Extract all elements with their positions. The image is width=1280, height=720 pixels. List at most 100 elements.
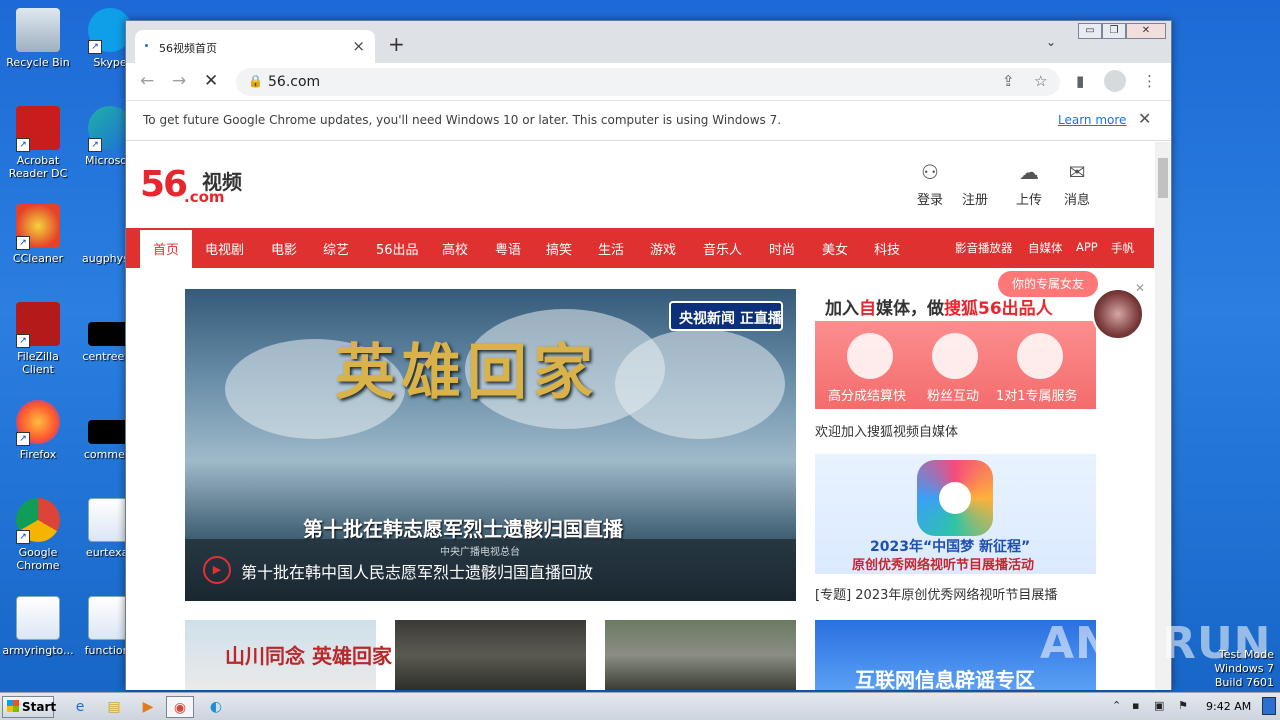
- user-icon: ⚇: [921, 160, 939, 184]
- bookmark-star-icon[interactable]: ☆: [1034, 72, 1047, 90]
- browser-toolbar: ← → ✕ 🔒 56.com ⇪ ☆ ▮ ⋮: [126, 63, 1171, 101]
- upload-button[interactable]: ☁ 上传: [1009, 160, 1049, 208]
- cloud-shape: [615, 329, 785, 439]
- nav-item[interactable]: 电影: [271, 239, 297, 258]
- firefox-icon[interactable]: ↗ Firefox: [0, 400, 76, 461]
- nav-item[interactable]: 搞笑: [546, 239, 572, 258]
- url-text: 56.com: [268, 74, 321, 90]
- test-mode-text: Build 7601: [1214, 676, 1274, 689]
- ad1-link-text[interactable]: 欢迎加入搜狐视频自媒体: [815, 421, 958, 440]
- play-icon[interactable]: ▶: [203, 556, 231, 584]
- live-badge: 央视新闻 正直播: [669, 301, 783, 331]
- messages-button[interactable]: ✉ 消息: [1057, 160, 1097, 208]
- scrollbar[interactable]: [1155, 142, 1171, 690]
- learn-more-link[interactable]: Learn more: [1058, 113, 1126, 127]
- nav-item[interactable]: 时尚: [769, 239, 795, 258]
- hero-subtitle: 第十批在韩志愿军烈士遗骸归国直播: [303, 517, 623, 541]
- tray-expand-icon[interactable]: ⌃: [1112, 699, 1121, 712]
- edge-taskbar-icon[interactable]: ◐: [202, 696, 230, 718]
- forward-icon[interactable]: →: [172, 71, 186, 91]
- web-page: 56 视频 .com ⚇ 登录 注册 ☁ 上传 ✉ 消息 首页 电视剧 电影 综艺 5…: [126, 142, 1156, 690]
- nav-right-player[interactable]: 影音播放器: [955, 240, 1013, 256]
- nav-item[interactable]: 生活: [598, 239, 624, 258]
- lock-icon: 🔒: [248, 74, 263, 88]
- recycle-bin-icon[interactable]: Recycle Bin: [0, 8, 76, 69]
- ccleaner-icon[interactable]: ↗ CCleaner: [0, 204, 76, 265]
- filezilla-icon[interactable]: ↗ FileZilla Client: [0, 302, 76, 376]
- nav-item[interactable]: 美女: [822, 239, 848, 258]
- nav-item[interactable]: 电视剧: [205, 239, 244, 258]
- word-doc-icon[interactable]: armyringto...: [0, 596, 76, 657]
- nav-item-home[interactable]: 首页: [140, 230, 192, 268]
- upload-icon: ☁: [1019, 160, 1039, 184]
- companion-bubble[interactable]: 你的专属女友: [998, 271, 1098, 297]
- ad2-link-text[interactable]: [专题] 2023年原创优秀网络视听节目展播: [815, 584, 1057, 603]
- video-thumbnail[interactable]: [605, 620, 796, 690]
- nav-item[interactable]: 高校: [442, 239, 468, 258]
- register-button[interactable]: 注册: [955, 160, 995, 208]
- close-icon[interactable]: ✕: [1135, 281, 1145, 295]
- login-button[interactable]: ⚇ 登录: [910, 160, 950, 208]
- acrobat-icon[interactable]: ↗ Acrobat Reader DC: [0, 106, 76, 180]
- nav-item[interactable]: 综艺: [323, 239, 349, 258]
- media-player-icon[interactable]: ▶: [134, 696, 162, 718]
- tab-56video[interactable]: 56视频首页 ×: [135, 30, 375, 63]
- tray-app-icon[interactable]: ▪: [1132, 699, 1139, 712]
- update-infobar: To get future Google Chrome updates, you…: [126, 101, 1171, 141]
- nav-right-app[interactable]: APP: [1076, 240, 1098, 254]
- hero-banner[interactable]: 英雄回家 央视新闻 正直播 第十批在韩志愿军烈士遗骸归国直播 ▶ 第十批在韩中国…: [185, 289, 796, 601]
- share-icon[interactable]: ⇪: [1002, 72, 1015, 90]
- hero-title: 英雄回家: [335, 338, 599, 408]
- scrollbar-thumb[interactable]: [1158, 158, 1168, 198]
- new-tab-button[interactable]: +: [388, 32, 405, 56]
- nav-right-mobile[interactable]: 手帆: [1111, 240, 1134, 256]
- network-icon[interactable]: ▣: [1154, 699, 1164, 712]
- companion-avatar[interactable]: [1092, 288, 1144, 340]
- ad-feature: 粉丝互动: [927, 389, 980, 404]
- nav-item[interactable]: 56出品: [376, 239, 419, 258]
- close-button[interactable]: ✕: [1126, 23, 1166, 39]
- address-bar[interactable]: 🔒 56.com ⇪ ☆: [236, 68, 1060, 96]
- video-thumbnail[interactable]: [395, 620, 586, 690]
- taskbar: Start e ▤ ▶ ◉ ◐ ⌃ ▪ ▣ ⚑ 9:42 AM: [0, 692, 1280, 720]
- chat-bubble-icon: [932, 333, 978, 379]
- back-icon[interactable]: ←: [140, 71, 154, 91]
- start-button[interactable]: Start: [2, 696, 56, 718]
- tab-search-icon[interactable]: ⌄: [1046, 35, 1056, 49]
- program-logo-icon: [917, 460, 993, 536]
- chart-circle-icon: [847, 333, 893, 379]
- minimize-button[interactable]: ▭: [1078, 23, 1102, 39]
- explorer-icon[interactable]: ▤: [100, 696, 128, 718]
- profile-avatar[interactable]: [1104, 70, 1126, 92]
- maximize-button[interactable]: ❐: [1102, 23, 1126, 39]
- media-ad-banner[interactable]: 加入自媒体，做搜狐56出品人 高分成结算快 粉丝互动 1对1专属服务: [815, 289, 1096, 409]
- chrome-taskbar-icon[interactable]: ◉: [166, 696, 194, 718]
- main-nav: 首页 电视剧 电影 综艺 56出品 高校 粤语 搞笑 生活 游戏 音乐人 时尚 …: [126, 228, 1154, 268]
- ad2-line2: 原创优秀网络视听节目展播活动: [852, 558, 1035, 573]
- nav-item[interactable]: 音乐人: [703, 239, 742, 258]
- site-logo[interactable]: 56 视频 .com: [140, 164, 242, 206]
- loading-dot-icon: [145, 44, 148, 47]
- nav-item[interactable]: 粤语: [495, 239, 521, 258]
- infobar-close-icon[interactable]: ✕: [1138, 109, 1151, 128]
- ad2-line1: 2023年“中国梦 新征程”: [870, 539, 1031, 555]
- tab-title: 56视频首页: [159, 42, 217, 55]
- tab-close-icon[interactable]: ×: [352, 37, 365, 55]
- message-icon: ✉: [1068, 160, 1086, 184]
- flag-icon[interactable]: ⚑: [1178, 699, 1188, 712]
- side-panel-icon[interactable]: ▮: [1076, 72, 1084, 90]
- program-ad-banner[interactable]: 2023年“中国梦 新征程” 原创优秀网络视听节目展播活动: [815, 454, 1096, 574]
- nav-right-media[interactable]: 自媒体: [1028, 240, 1063, 256]
- title-bar: 56视频首页 × + ⌄ ▭ ❐ ✕: [126, 21, 1171, 63]
- nav-item[interactable]: 科技: [874, 239, 900, 258]
- video-thumbnail[interactable]: 山川同念 英雄回家: [185, 620, 392, 690]
- menu-icon[interactable]: ⋮: [1142, 72, 1157, 90]
- stop-icon[interactable]: ✕: [204, 71, 218, 91]
- infobar-message: To get future Google Chrome updates, you…: [143, 113, 782, 127]
- clock[interactable]: 9:42 AM: [1206, 700, 1251, 713]
- ad-feature: 1对1专属服务: [996, 389, 1078, 404]
- nav-item[interactable]: 游戏: [650, 239, 676, 258]
- chrome-icon[interactable]: ↗ Google Chrome: [0, 498, 76, 572]
- ie-icon[interactable]: e: [66, 696, 94, 718]
- show-desktop-button[interactable]: [1262, 697, 1276, 715]
